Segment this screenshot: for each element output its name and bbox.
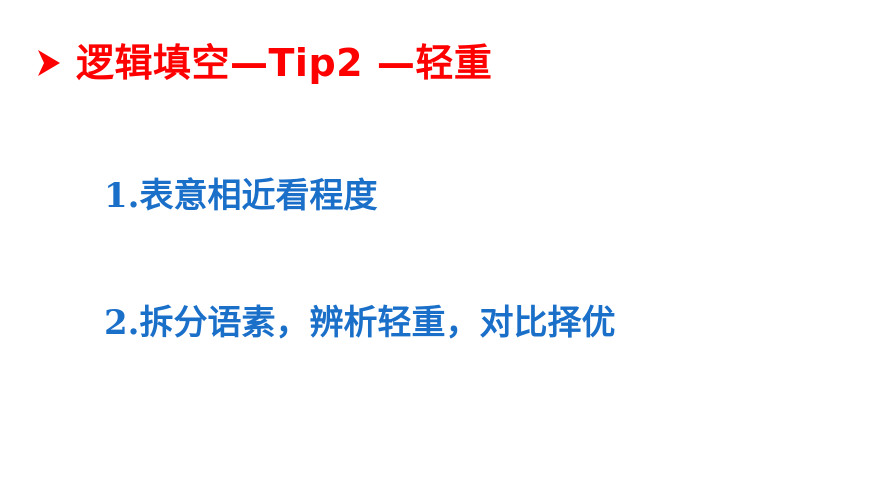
point-item-2: 2.拆分语素，辨析轻重，对比择优 xyxy=(104,301,616,345)
arrow-bullet-icon xyxy=(36,48,62,78)
point-item-1: 1.表意相近看程度 xyxy=(104,174,378,218)
slide: 逻辑填空—Tip2 —轻重 1.表意相近看程度 2.拆分语素，辨析轻重，对比择优 xyxy=(0,0,895,479)
point-number: 1. xyxy=(104,176,140,216)
point-text: 表意相近看程度 xyxy=(139,176,378,216)
slide-title: 逻辑填空—Tip2 —轻重 xyxy=(76,41,493,85)
point-text: 拆分语素，辨析轻重，对比择优 xyxy=(139,303,616,343)
point-number: 2. xyxy=(104,303,140,343)
slide-title-row: 逻辑填空—Tip2 —轻重 xyxy=(36,38,492,88)
